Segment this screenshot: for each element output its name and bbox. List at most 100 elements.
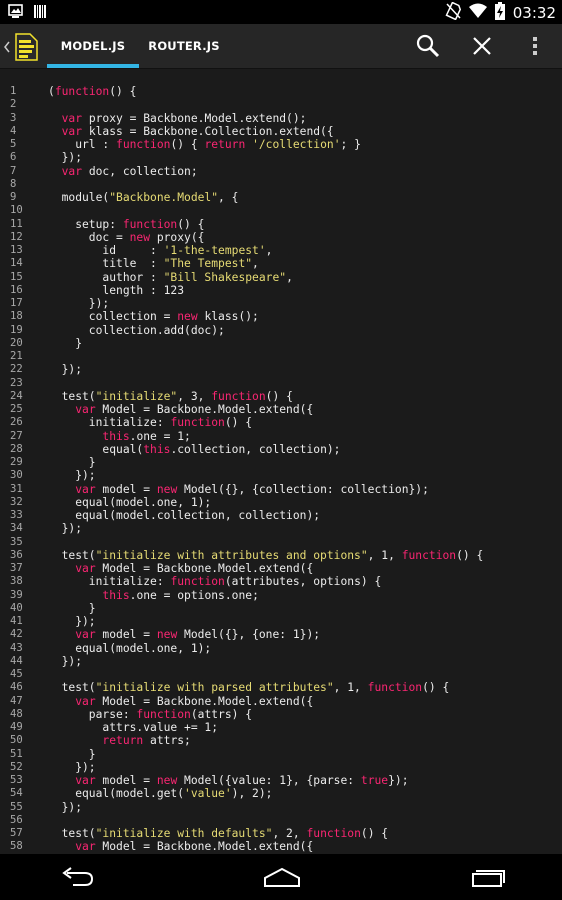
code-line: 8: [0, 178, 562, 191]
code-string: "initialize": [95, 389, 178, 403]
code-keyword: return: [102, 734, 144, 748]
screenshot-icon: [8, 4, 24, 23]
up-navigation[interactable]: [2, 32, 42, 62]
line-number: 25: [10, 403, 23, 415]
line-number: 52: [10, 760, 23, 773]
code-text: setup: function() {: [48, 218, 204, 231]
line-number: 32: [10, 495, 23, 508]
code-keyword: new: [156, 482, 178, 496]
nav-back-button[interactable]: [57, 864, 97, 890]
no-sim-icon: [445, 1, 461, 24]
code-line: 44 });: [0, 655, 562, 668]
code-token: () {: [170, 138, 205, 151]
code-text: title : "The Tempest",: [48, 257, 258, 271]
code-text: var model = new Model({value: 1}, {parse…: [48, 774, 408, 787]
code-line: 32 equal(model.one, 1);: [0, 496, 562, 509]
code-token: klass();: [197, 310, 259, 324]
code-editor[interactable]: 1 (function() {2 3 var proxy = Backbone.Mo…: [0, 69, 562, 854]
code-line: 42 var model = new Model({}, {one: 1});: [0, 628, 562, 641]
code-token: }: [48, 747, 96, 761]
code-token: () {: [422, 681, 450, 695]
code-keyword: new: [156, 628, 178, 642]
code-token: });: [48, 654, 83, 668]
code-keyword: var: [75, 628, 96, 642]
code-text: (function() {: [48, 85, 136, 98]
line-number: 47: [10, 694, 23, 707]
line-number: 27: [10, 429, 23, 442]
tab-model-js[interactable]: MODEL.JS: [47, 24, 139, 68]
line-number: 46: [10, 681, 23, 694]
line-number: 33: [10, 509, 23, 521]
code-token: proxy({: [150, 230, 205, 244]
code-keyword: this: [102, 429, 130, 443]
line-number: 48: [10, 707, 23, 720]
code-token: });: [48, 522, 83, 536]
nav-recents-button[interactable]: [467, 864, 507, 890]
barcode-icon: [34, 4, 46, 23]
code-line: 4 var klass = Backbone.Collection.extend…: [0, 125, 562, 138]
code-token: .collection, collection);: [170, 442, 341, 456]
code-text: var Model = Backbone.Model.extend({: [48, 840, 313, 853]
code-string: "Backbone.Model": [109, 191, 219, 204]
code-text: var doc, collection;: [48, 165, 198, 178]
code-text: });: [48, 655, 82, 668]
chevron-left-icon: [4, 38, 10, 57]
code-token: equal(model.collection, collection);: [48, 509, 321, 522]
code-keyword: new: [177, 310, 198, 324]
line-number: 44: [10, 654, 23, 667]
code-line: 14 title : "The Tempest",: [0, 257, 562, 270]
code-token: test(: [48, 827, 96, 840]
tab-label: MODEL.JS: [60, 39, 126, 53]
code-string: "The Tempest": [163, 257, 253, 271]
code-text: equal(model.one, 1);: [48, 642, 211, 655]
code-line: 18 collection = new klass();: [0, 310, 562, 323]
code-token: Model = Backbone.Model.extend({: [95, 840, 314, 854]
code-token: (attrs) {: [190, 707, 253, 721]
code-line: 30 });: [0, 469, 562, 482]
code-token: });: [48, 297, 110, 310]
code-token: });: [48, 469, 96, 483]
code-token: klass = Backbone.Collection.extend({: [82, 124, 334, 138]
overflow-menu-button[interactable]: [520, 32, 552, 60]
code-line: 33 equal(model.collection, collection);: [0, 509, 562, 522]
close-button[interactable]: [468, 32, 500, 60]
tab-label: ROUTER.JS: [148, 39, 220, 53]
tab-router-js[interactable]: ROUTER.JS: [140, 24, 228, 68]
search-icon: [414, 34, 442, 64]
code-text: this.one = 1;: [48, 429, 190, 443]
code-text: attrs.value += 1;: [48, 721, 218, 734]
code-text: doc = new proxy({: [48, 230, 205, 244]
code-token: attrs.value += 1;: [48, 721, 219, 734]
line-number: 29: [10, 456, 23, 468]
line-number: 6: [10, 151, 17, 164]
code-text: equal(model.one, 1);: [48, 496, 211, 509]
line-number: 38: [10, 575, 23, 588]
code-line: 1 (function() {: [0, 85, 562, 98]
line-number: 4: [10, 124, 17, 137]
line-number: 14: [10, 257, 23, 270]
code-text: var Model = Backbone.Model.extend({: [48, 562, 313, 575]
home-icon: [262, 867, 302, 894]
code-token: (attributes, options) {: [224, 575, 382, 589]
line-number: 49: [10, 721, 23, 733]
code-line: 58 var Model = Backbone.Model.extend({: [0, 840, 562, 853]
code-text: var model = new Model({}, {collection: c…: [48, 483, 429, 496]
code-text: test("initialize with parsed attributes"…: [48, 681, 450, 695]
search-button[interactable]: [414, 32, 446, 60]
code-token: initialize:: [48, 416, 171, 430]
code-line: 21: [0, 350, 562, 363]
code-keyword: var: [75, 774, 96, 787]
code-text: });: [48, 297, 109, 310]
code-line: 27 this.one = 1;: [0, 430, 562, 443]
code-keyword: function: [211, 389, 266, 403]
code-token: ; }: [340, 138, 361, 151]
code-keyword: new: [156, 774, 178, 787]
code-string: '/collection': [252, 138, 341, 151]
code-token: , 1,: [333, 681, 368, 695]
code-token: });: [48, 760, 96, 774]
nav-home-button[interactable]: [262, 864, 302, 890]
